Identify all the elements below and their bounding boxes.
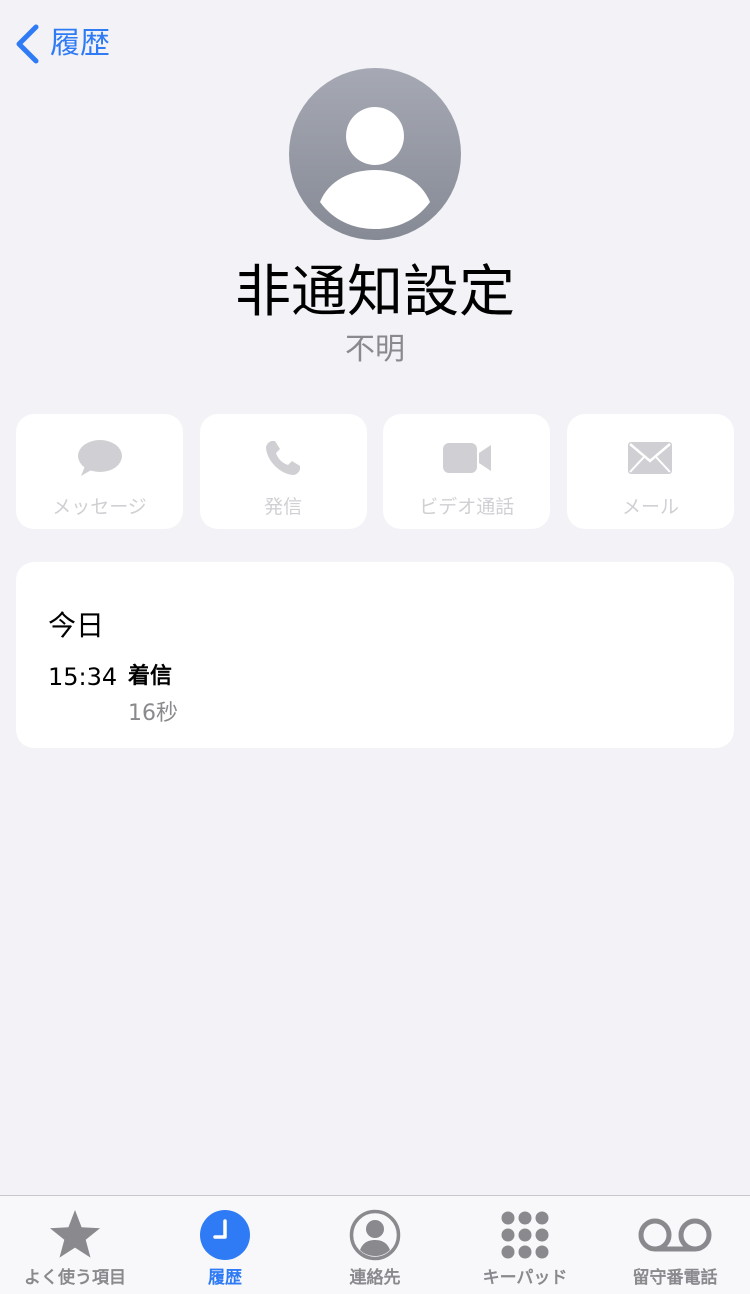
message-button-label: メッセージ xyxy=(52,496,147,518)
tab-favorites-label: よく使う項目 xyxy=(24,1268,126,1288)
tab-voicemail-label: 留守番電話 xyxy=(632,1268,718,1288)
mail-button-label: メール xyxy=(621,496,679,518)
action-buttons-row: メッセージ 発信 ビデオ通話 メール xyxy=(16,414,734,529)
call-type: 着信 xyxy=(128,664,173,689)
clock-icon xyxy=(199,1208,251,1262)
tab-keypad[interactable]: キーパッド xyxy=(450,1196,600,1294)
call-duration: 16秒 xyxy=(128,701,178,726)
phone-icon xyxy=(263,436,303,480)
tab-bar: よく使う項目 履歴 連絡先 キーパッド 留守番電話 xyxy=(0,1195,750,1294)
contact-name: 非通知設定 xyxy=(235,260,515,325)
video-call-button-label: ビデオ通話 xyxy=(419,496,515,518)
tab-keypad-label: キーパッド xyxy=(482,1268,568,1288)
video-call-button[interactable]: ビデオ通話 xyxy=(383,414,551,529)
star-icon xyxy=(47,1208,103,1262)
person-circle-icon xyxy=(349,1208,401,1262)
tab-recents[interactable]: 履歴 xyxy=(150,1196,300,1294)
tab-contacts-label: 連絡先 xyxy=(349,1268,401,1288)
message-bubble-icon xyxy=(77,436,123,480)
message-button[interactable]: メッセージ xyxy=(16,414,183,529)
tab-voicemail[interactable]: 留守番電話 xyxy=(600,1196,750,1294)
voicemail-icon xyxy=(637,1208,713,1262)
tab-recents-label: 履歴 xyxy=(208,1268,242,1288)
contact-subtitle: 不明 xyxy=(345,332,405,367)
envelope-icon xyxy=(627,436,673,480)
tab-contacts[interactable]: 連絡先 xyxy=(300,1196,450,1294)
history-date-heading: 今日 xyxy=(48,609,105,642)
call-history-card: 今日 15:34 着信 16秒 xyxy=(16,562,734,748)
person-silhouette-icon xyxy=(320,107,430,229)
contact-detail-screen: 履歴 非通知設定 不明 メッセージ 発信 ビデオ通話 メール 今日 15:34 … xyxy=(0,0,750,1294)
tab-favorites[interactable]: よく使う項目 xyxy=(0,1196,150,1294)
call-button[interactable]: 発信 xyxy=(199,414,367,529)
keypad-icon xyxy=(499,1208,551,1262)
back-button-label: 履歴 xyxy=(50,26,110,61)
avatar xyxy=(289,68,461,240)
call-button-label: 発信 xyxy=(264,496,303,518)
back-button[interactable]: 履歴 xyxy=(14,22,110,66)
chevron-left-icon xyxy=(14,24,40,64)
mail-button[interactable]: メール xyxy=(566,414,734,529)
call-time: 15:34 xyxy=(48,663,118,691)
video-camera-icon xyxy=(442,436,492,480)
